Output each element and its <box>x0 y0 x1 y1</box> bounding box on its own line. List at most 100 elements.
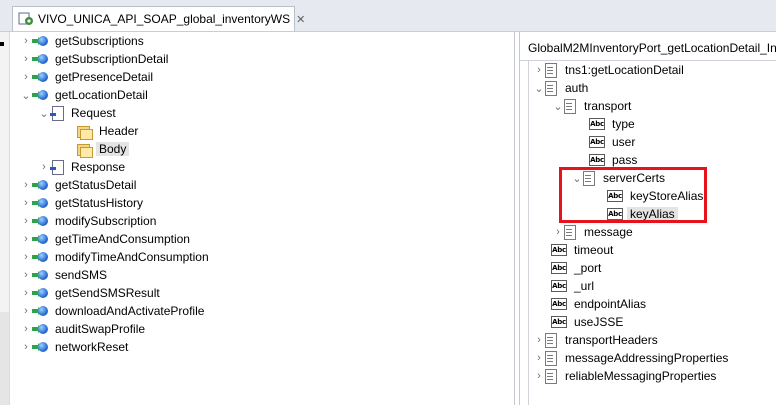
expand-chevron-icon[interactable]: › <box>533 367 545 385</box>
tree-item-body[interactable]: Body <box>76 140 130 158</box>
tree-item-serverCerts[interactable]: ⌄ serverCerts <box>571 169 668 187</box>
tree-item-keyStoreAlias[interactable]: Abc keyStoreAlias <box>607 187 706 205</box>
string-field-icon: Abc <box>551 280 567 292</box>
expand-chevron-icon[interactable]: › <box>20 248 32 266</box>
collapse-chevron-icon[interactable]: ⌄ <box>571 169 583 187</box>
tree-item-label: getTimeAndConsumption <box>55 232 190 246</box>
element-icon <box>564 225 576 240</box>
tree-item-label: tns1:getLocationDetail <box>565 63 684 77</box>
expand-chevron-icon[interactable]: › <box>20 338 32 356</box>
tree-item-getSendSMSResult[interactable]: › getSendSMSResult <box>20 284 163 302</box>
tree-item-response[interactable]: › Response <box>38 158 128 176</box>
tree-item-auditSwapProfile[interactable]: › auditSwapProfile <box>20 320 148 338</box>
expand-chevron-icon[interactable]: › <box>533 349 545 367</box>
tree-item-label: serverCerts <box>603 171 666 185</box>
string-field-icon: Abc <box>607 190 623 202</box>
tree-item-label: Request <box>71 106 116 120</box>
tree-item-request[interactable]: ⌄ Request <box>38 104 119 122</box>
collapse-chevron-icon[interactable]: ⌄ <box>20 86 32 104</box>
tree-item-label: Response <box>71 160 126 174</box>
operation-icon <box>32 213 48 229</box>
tree-item-sendSMS[interactable]: › sendSMS <box>20 266 110 284</box>
collapse-chevron-icon[interactable]: ⌄ <box>552 97 564 115</box>
tree-item-label: auditSwapProfile <box>55 322 146 336</box>
tree-item-getTimeAndConsumption[interactable]: › getTimeAndConsumption <box>20 230 193 248</box>
expand-chevron-icon[interactable]: › <box>20 32 32 50</box>
expand-chevron-icon[interactable]: › <box>20 284 32 302</box>
tree-item-label: modifyTimeAndConsumption <box>55 250 209 264</box>
tree-item-message[interactable]: › message <box>552 223 636 241</box>
tree-item-timeout[interactable]: Abc timeout <box>551 241 616 259</box>
operation-icon <box>32 195 48 211</box>
tree-item-auth[interactable]: ⌄ auth <box>533 79 591 97</box>
expand-chevron-icon[interactable]: › <box>20 68 32 86</box>
expand-chevron-icon[interactable]: › <box>20 50 32 68</box>
element-icon <box>545 81 557 96</box>
editor-tab[interactable]: VIVO_UNICA_API_SOAP_global_inventoryWS ✕ <box>12 6 305 31</box>
tree-item-messageAddressingProperties[interactable]: › messageAddressingProperties <box>533 349 731 367</box>
tree-item-modifyTimeAndConsumption[interactable]: › modifyTimeAndConsumption <box>20 248 212 266</box>
tree-item-transportHeaders[interactable]: › transportHeaders <box>533 331 661 349</box>
element-icon <box>545 351 557 366</box>
expand-chevron-icon[interactable]: › <box>20 212 32 230</box>
tree-item-transport[interactable]: ⌄ transport <box>552 97 634 115</box>
tree-item-label: endpointAlias <box>574 297 647 311</box>
tree-item-label: getStatusDetail <box>55 178 137 192</box>
expand-chevron-icon[interactable]: › <box>20 320 32 338</box>
tab-title: VIVO_UNICA_API_SOAP_global_inventoryWS <box>38 12 291 26</box>
expand-chevron-icon[interactable]: › <box>20 302 32 320</box>
expand-chevron-icon[interactable]: › <box>38 158 50 176</box>
collapse-chevron-icon[interactable]: ⌄ <box>533 79 545 97</box>
tree-item-endpointAlias[interactable]: Abc endpointAlias <box>551 295 649 313</box>
string-field-icon: Abc <box>607 208 623 220</box>
tree-item-user[interactable]: Abc user <box>589 133 638 151</box>
tree-item-type[interactable]: Abc type <box>589 115 638 133</box>
close-tab-icon[interactable]: ✕ <box>296 13 305 26</box>
tree-item-label: networkReset <box>55 340 129 354</box>
tree-item-getStatusHistory[interactable]: › getStatusHistory <box>20 194 146 212</box>
element-icon <box>545 333 557 348</box>
operation-icon <box>32 267 48 283</box>
expand-chevron-icon[interactable]: › <box>20 194 32 212</box>
expand-chevron-icon[interactable]: › <box>20 266 32 284</box>
tree-item-useJSSE[interactable]: Abc useJSSE <box>551 313 626 331</box>
string-field-icon: Abc <box>589 154 605 166</box>
tree-guide-line <box>528 61 529 405</box>
string-field-icon: Abc <box>551 262 567 274</box>
tree-item-url[interactable]: Abc _url <box>551 277 597 295</box>
operation-icon <box>32 69 48 85</box>
tree-item-modifySubscription[interactable]: › modifySubscription <box>20 212 159 230</box>
expand-chevron-icon[interactable]: › <box>533 331 545 349</box>
tree-item-label: getLocationDetail <box>55 88 148 102</box>
tree-item-keyAlias[interactable]: Abc keyAlias <box>607 205 678 223</box>
tree-item-downloadAndActivateProfile[interactable]: › downloadAndActivateProfile <box>20 302 207 320</box>
web-service-icon <box>18 11 34 27</box>
tree-item-getStatusDetail[interactable]: › getStatusDetail <box>20 176 139 194</box>
tree-item-header[interactable]: Header <box>76 122 141 140</box>
tree-item-networkReset[interactable]: › networkReset <box>20 338 131 356</box>
tree-item-label: keyStoreAlias <box>630 189 704 203</box>
tree-item-label: getSubscriptionDetail <box>55 52 169 66</box>
operation-icon <box>32 231 48 247</box>
tree-item-label: _url <box>574 279 595 293</box>
expand-chevron-icon[interactable]: › <box>20 176 32 194</box>
string-field-icon: Abc <box>551 298 567 310</box>
tree-item-reliableMessagingProperties[interactable]: › reliableMessagingProperties <box>533 367 719 385</box>
expand-chevron-icon[interactable]: › <box>533 61 545 79</box>
tree-item-label: transport <box>584 99 632 113</box>
tree-item-port[interactable]: Abc _port <box>551 259 604 277</box>
expand-chevron-icon[interactable]: › <box>552 223 564 241</box>
tree-item-getSubscriptions[interactable]: › getSubscriptions <box>20 32 147 50</box>
string-field-icon: Abc <box>589 118 605 130</box>
tree-item-getLocationDetail[interactable]: ⌄ getLocationDetail <box>20 86 151 104</box>
tree-item-tns1-getLocationDetail[interactable]: › tns1:getLocationDetail <box>533 61 687 79</box>
tree-item-getSubscriptionDetail[interactable]: › getSubscriptionDetail <box>20 50 171 68</box>
collapse-chevron-icon[interactable]: ⌄ <box>38 104 50 122</box>
tree-item-getPresenceDetail[interactable]: › getPresenceDetail <box>20 68 156 86</box>
expand-chevron-icon[interactable]: › <box>20 230 32 248</box>
tree-item-pass[interactable]: Abc pass <box>589 151 640 169</box>
tree-item-label: sendSMS <box>55 268 108 282</box>
tree-item-label: _port <box>574 261 602 275</box>
tree-item-label: useJSSE <box>574 315 624 329</box>
request-icon <box>50 105 64 121</box>
